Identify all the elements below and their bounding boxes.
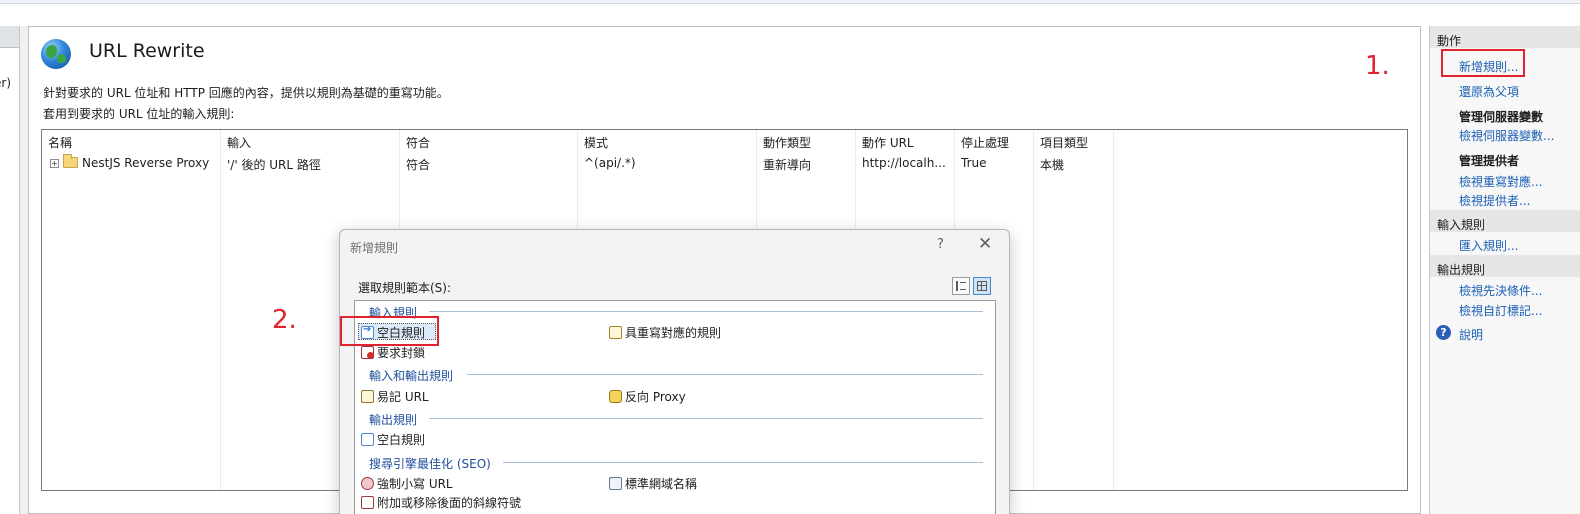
import-rules-link[interactable]: 匯入規則... xyxy=(1459,237,1518,254)
template-rule-with-map-label: 具重寫對應的規則 xyxy=(625,326,722,340)
view-providers-link[interactable]: 檢視提供者... xyxy=(1459,192,1530,209)
template-rule-with-map[interactable]: 具重寫對應的規則 xyxy=(609,324,721,341)
list-view-icon xyxy=(956,281,966,291)
column-header-stop[interactable]: 停止處理 xyxy=(961,134,1009,151)
dialog-close-button[interactable]: ✕ xyxy=(978,234,992,254)
template-request-blocking[interactable]: 要求封鎖 xyxy=(361,344,425,361)
rules-list-label: 套用到要求的 URL 位址的輸入規則: xyxy=(43,107,235,121)
template-request-blocking-label: 要求封鎖 xyxy=(377,346,426,360)
page-title: URL Rewrite xyxy=(89,40,205,62)
revert-to-parent-link[interactable]: 還原為父項 xyxy=(1459,83,1519,100)
add-rules-dialog: 新增規則 ? ✕ 選取規則範本(S): 輸入規則 空白規則 具重寫對應的規則 要… xyxy=(339,229,1010,514)
trailing-slash-icon xyxy=(361,496,374,509)
canonical-domain-icon xyxy=(609,477,622,490)
tiles-view-button[interactable] xyxy=(973,277,991,295)
inbound-rules-header: 輸入規則 xyxy=(1430,210,1580,232)
dialog-help-button[interactable]: ? xyxy=(937,237,944,252)
outbound-rule-icon xyxy=(361,433,374,446)
expand-icon[interactable]: + xyxy=(50,159,59,168)
friendly-url-icon xyxy=(361,390,374,403)
group-inbound-outbound-rules: 輸入和輸出規則 xyxy=(369,369,454,383)
annotation-step-2: 2. xyxy=(272,305,297,335)
column-header-entry-type[interactable]: 項目類型 xyxy=(1040,134,1088,151)
rule-input: '/' 後的 URL 路徑 xyxy=(227,158,321,172)
template-outbound-blank-rule[interactable]: 空白規則 xyxy=(361,431,425,448)
column-header-action-type[interactable]: 動作類型 xyxy=(763,134,811,151)
column-header-action-url[interactable]: 動作 URL xyxy=(862,134,914,151)
template-trailing-slash[interactable]: 附加或移除後面的斜線符號 xyxy=(361,494,521,511)
dialog-title: 新增規則 xyxy=(350,241,399,255)
window-top-strip xyxy=(0,0,1580,4)
view-custom-tags-link[interactable]: 檢視自訂標記... xyxy=(1459,302,1542,319)
help-icon[interactable]: ? xyxy=(1436,325,1451,340)
column-header-input[interactable]: 輸入 xyxy=(227,134,251,151)
actions-header: 動作 xyxy=(1430,26,1580,48)
template-lowercase-url-label: 強制小寫 URL xyxy=(377,477,453,491)
rule-templates-list[interactable]: 輸入規則 空白規則 具重寫對應的規則 要求封鎖 輸入和輸出規則 易記 URL 反… xyxy=(354,300,996,514)
group-divider xyxy=(503,462,983,463)
rule-action-type: 重新導向 xyxy=(763,158,812,172)
tiles-view-icon xyxy=(977,281,987,291)
select-template-label: 選取規則範本(S): xyxy=(358,281,452,295)
group-divider xyxy=(429,418,983,419)
pane-splitter[interactable] xyxy=(20,26,28,514)
view-rewrite-maps-link[interactable]: 檢視重寫對應... xyxy=(1459,173,1542,190)
group-divider xyxy=(429,311,983,312)
template-canonical-domain-label: 標準網域名稱 xyxy=(625,477,698,491)
annotation-highlight-add-rules xyxy=(1441,49,1525,77)
template-user-friendly-url[interactable]: 易記 URL xyxy=(361,388,429,405)
tree-node-fragment[interactable]: er) xyxy=(0,76,11,90)
template-reverse-proxy[interactable]: 反向 Proxy xyxy=(609,388,686,405)
group-divider xyxy=(467,374,983,375)
column-header-match[interactable]: 符合 xyxy=(406,134,430,151)
template-canonical-domain[interactable]: 標準網域名稱 xyxy=(609,475,697,492)
rule-pattern: ^(api/.*) xyxy=(584,156,636,170)
help-link[interactable]: 說明 xyxy=(1459,326,1483,343)
group-seo: 搜尋引擎最佳化 (SEO) xyxy=(369,457,491,471)
template-trailing-slash-label: 附加或移除後面的斜線符號 xyxy=(377,496,522,510)
folder-icon xyxy=(63,154,78,168)
providers-title: 管理提供者 xyxy=(1459,154,1520,168)
page-description: 針對要求的 URL 位址和 HTTP 回應的內容，提供以規則為基礎的重寫功能。 xyxy=(43,86,449,100)
view-server-variables-link[interactable]: 檢視伺服器變數... xyxy=(1459,127,1554,144)
details-view-button[interactable] xyxy=(952,277,970,295)
table-row[interactable]: + NestJS Reverse Proxy xyxy=(50,154,209,170)
column-entry-type: 項目類型 本機 xyxy=(1034,130,1114,490)
reverse-proxy-icon xyxy=(609,390,622,403)
annotation-step-1: 1. xyxy=(1365,51,1390,81)
rule-name[interactable]: NestJS Reverse Proxy xyxy=(82,156,209,170)
view-preconditions-link[interactable]: 檢視先決條件... xyxy=(1459,282,1542,299)
template-user-friendly-url-label: 易記 URL xyxy=(377,390,429,404)
actions-pane: 動作 新增規則... 還原為父項 管理伺服器變數 檢視伺服器變數... 管理提供… xyxy=(1429,26,1580,514)
request-blocking-icon xyxy=(361,346,374,359)
column-header-pattern[interactable]: 模式 xyxy=(584,134,608,151)
annotation-highlight-blank-rule xyxy=(340,316,439,346)
connections-pane: er) xyxy=(0,26,20,514)
rule-entry-type: 本機 xyxy=(1040,158,1065,172)
outbound-rules-header: 輸出規則 xyxy=(1430,255,1580,277)
column-name: 名稱 + NestJS Reverse Proxy xyxy=(42,130,221,490)
globe-icon xyxy=(41,39,71,69)
connections-pane-header xyxy=(0,26,19,48)
rewrite-map-icon xyxy=(609,326,622,339)
lowercase-url-icon xyxy=(361,477,374,490)
rule-match: 符合 xyxy=(406,158,431,172)
template-outbound-blank-rule-label: 空白規則 xyxy=(377,433,426,447)
column-header-name[interactable]: 名稱 xyxy=(48,134,72,151)
rule-stop: True xyxy=(961,156,987,170)
template-lowercase-url[interactable]: 強制小寫 URL xyxy=(361,475,453,492)
rule-action-url: http://localh... xyxy=(862,156,946,170)
group-outbound-rules: 輸出規則 xyxy=(369,413,418,427)
template-reverse-proxy-label: 反向 Proxy xyxy=(625,390,686,404)
server-variables-title: 管理伺服器變數 xyxy=(1459,110,1544,124)
